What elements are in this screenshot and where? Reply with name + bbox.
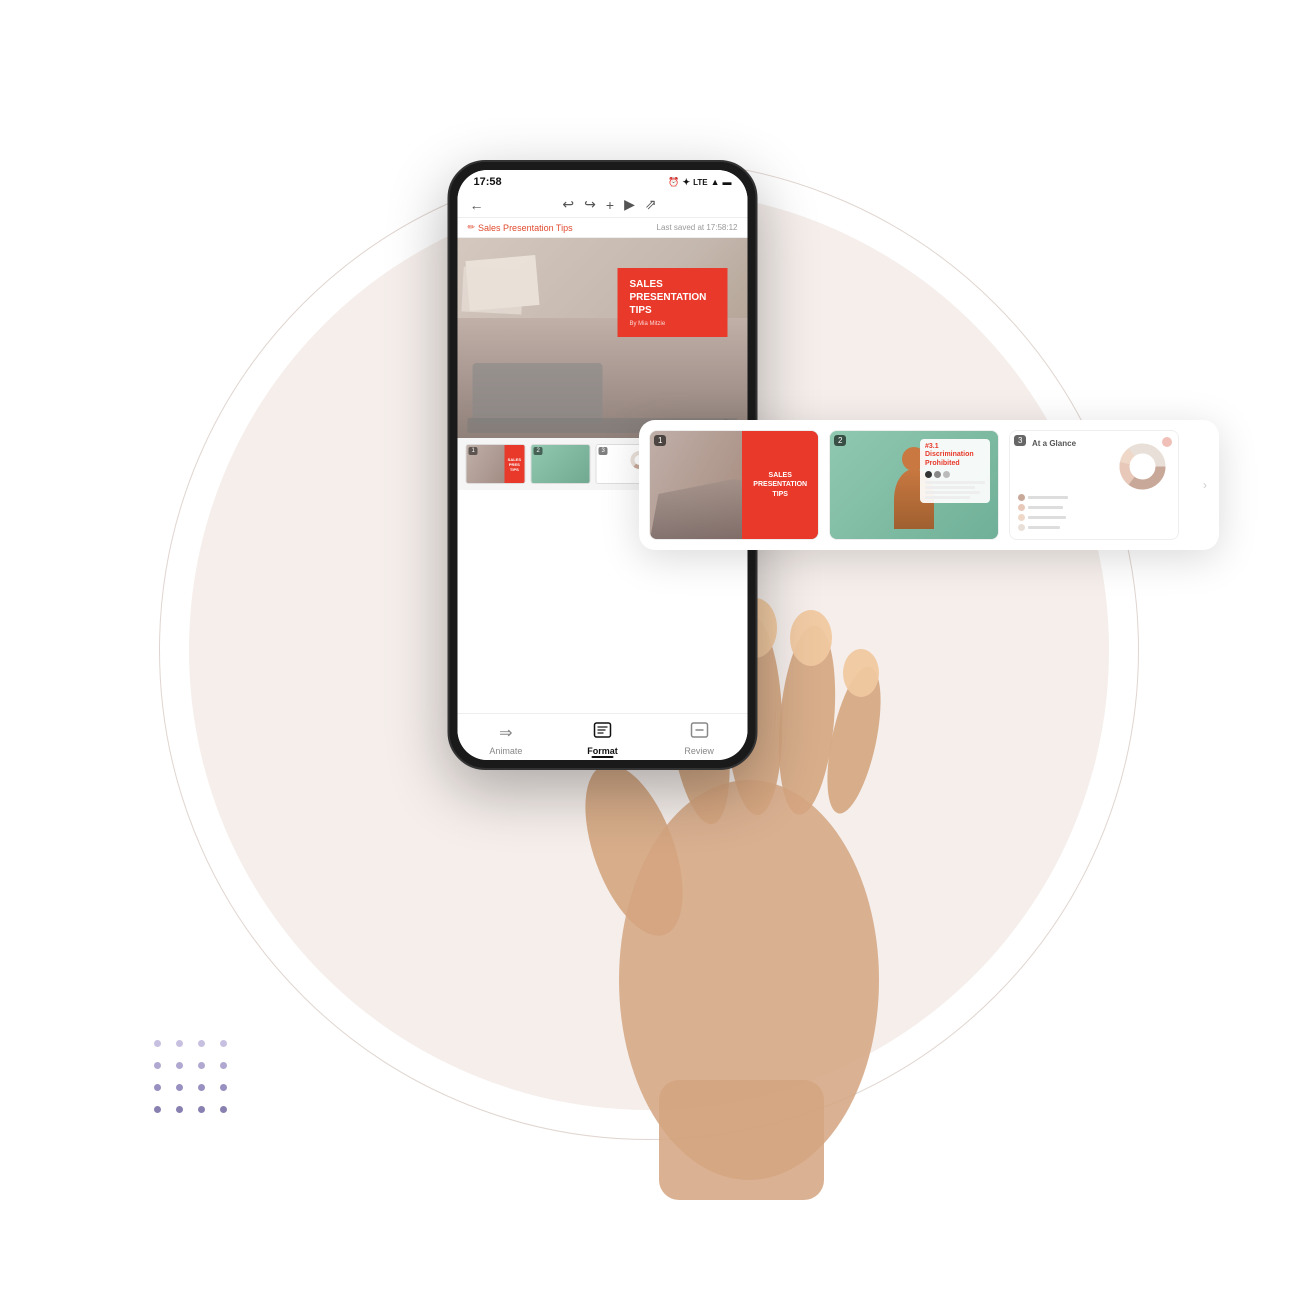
status-icons: ⏰ ✦ LTE ▲ ▬: [668, 177, 731, 188]
panel-slide-1-num: 1: [654, 435, 666, 446]
thumbnail-2[interactable]: 2: [531, 444, 591, 484]
redo-icon[interactable]: ↪: [584, 196, 596, 213]
thumb-2-num: 2: [534, 447, 543, 455]
nav-review[interactable]: Review: [651, 722, 748, 756]
donut-chart: [1115, 439, 1170, 494]
add-icon[interactable]: +: [606, 197, 614, 213]
panel-slide-1-title: SALES PRESENTATION TIPS: [748, 471, 812, 498]
back-icon[interactable]: ←: [470, 197, 484, 213]
slide-panel: SALES PRESENTATION TIPS 1 2 #3.1Discrimi…: [639, 420, 1219, 550]
main-slide-area[interactable]: SALES PRESENTATION TIPS By Mia Mitzie zy…: [458, 238, 748, 438]
play-icon[interactable]: ▶: [624, 196, 635, 213]
panel-slide-3-num: 3: [1014, 435, 1026, 446]
share-icon[interactable]: ⇗: [645, 196, 657, 213]
scene: SALES PRESENTATION TIPS 1 2 #3.1Discrimi…: [99, 100, 1199, 1200]
panel-slide-3: 3 At a Glance: [1009, 430, 1179, 540]
panel-arrow: ›: [1197, 477, 1213, 493]
review-icon: [690, 722, 708, 743]
app-toolbar: ← ↩ ↪ + ▶ ⇗: [458, 192, 748, 218]
panel-slide-1: SALES PRESENTATION TIPS 1: [649, 430, 819, 540]
edit-pencil-icon: ✏: [468, 222, 476, 233]
dot-grid: [154, 1040, 234, 1120]
thumb-1-num: 1: [469, 447, 478, 455]
slide-author: By Mia Mitzie: [630, 321, 716, 327]
format-label: Format: [587, 746, 618, 756]
status-bar: 17:58 ⏰ ✦ LTE ▲ ▬: [458, 170, 748, 192]
format-active-indicator: [592, 756, 614, 758]
nav-animate[interactable]: ⇒ Animate: [458, 723, 555, 756]
status-time: 17:58: [474, 176, 502, 188]
last-saved-text: Last saved at 17:58:12: [657, 223, 738, 232]
animate-label: Animate: [489, 746, 522, 756]
thumb-3-num: 3: [599, 447, 608, 455]
panel-slide-2-num: 2: [834, 435, 846, 446]
animate-icon: ⇒: [499, 723, 512, 743]
review-label: Review: [684, 746, 714, 756]
bottom-nav: ⇒ Animate Format: [458, 713, 748, 760]
slide-document-title[interactable]: Sales Presentation Tips: [478, 223, 573, 233]
thumbnail-1[interactable]: SALES PRES TIPS 1: [466, 444, 526, 484]
review-svg-icon: [690, 722, 708, 738]
undo-icon[interactable]: ↩: [562, 196, 574, 213]
panel-slide-2-heading: #3.1DiscriminationProhibited: [925, 443, 985, 468]
slide-title-overlay: SALES PRESENTATION TIPS By Mia Mitzie: [618, 268, 728, 337]
slide-title-bar: ✏ Sales Presentation Tips Last saved at …: [458, 218, 748, 238]
format-icon: [594, 722, 612, 743]
nav-format[interactable]: Format: [554, 722, 651, 756]
format-svg-icon: [594, 722, 612, 738]
slide-title-overlay-text: SALES PRESENTATION TIPS: [630, 278, 716, 317]
panel-slide-2: 2 #3.1DiscriminationProhibited: [829, 430, 999, 540]
